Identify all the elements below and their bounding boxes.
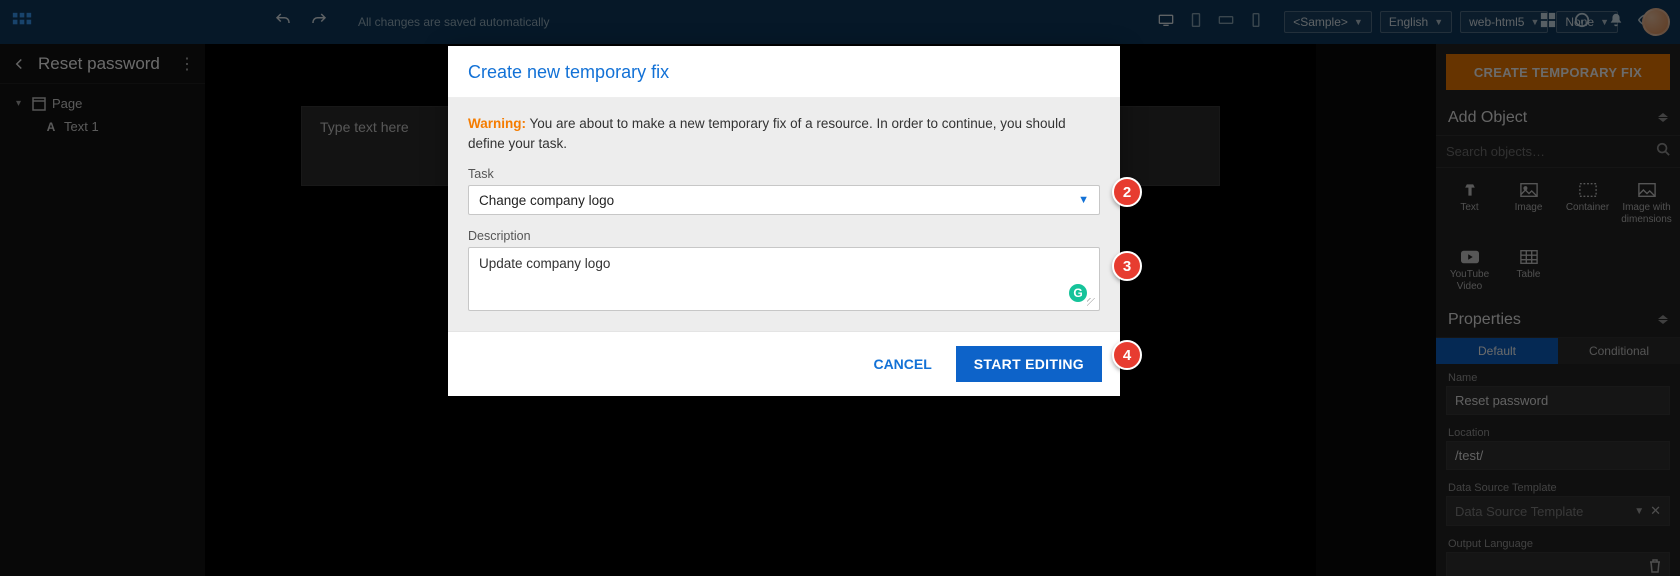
task-select[interactable]: Change company logo ▼	[468, 185, 1100, 215]
modal-footer: CANCEL START EDITING	[448, 331, 1120, 396]
callout-3: 3	[1112, 251, 1142, 281]
grammarly-icon[interactable]: G	[1069, 284, 1087, 302]
cancel-button[interactable]: CANCEL	[873, 356, 931, 372]
start-editing-button[interactable]: START EDITING	[956, 346, 1102, 382]
callout-2: 2	[1112, 177, 1142, 207]
description-value: Update company logo	[479, 256, 610, 271]
task-label: Task	[468, 167, 1100, 181]
warning-text: You are about to make a new temporary fi…	[468, 116, 1066, 151]
modal-warning: Warning: You are about to make a new tem…	[468, 114, 1100, 153]
chevron-down-icon: ▼	[1078, 194, 1089, 206]
description-label: Description	[468, 229, 1100, 243]
modal-body: Warning: You are about to make a new tem…	[448, 98, 1120, 331]
task-select-value: Change company logo	[479, 193, 614, 208]
create-temp-fix-modal: Create new temporary fix Warning: You ar…	[448, 46, 1120, 396]
description-textarea[interactable]: Update company logo G	[468, 247, 1100, 311]
modal-title: Create new temporary fix	[468, 62, 1100, 83]
warning-label: Warning:	[468, 116, 526, 131]
callout-4: 4	[1112, 340, 1142, 370]
modal-header: Create new temporary fix	[448, 46, 1120, 98]
resize-handle-icon[interactable]	[1087, 298, 1097, 308]
